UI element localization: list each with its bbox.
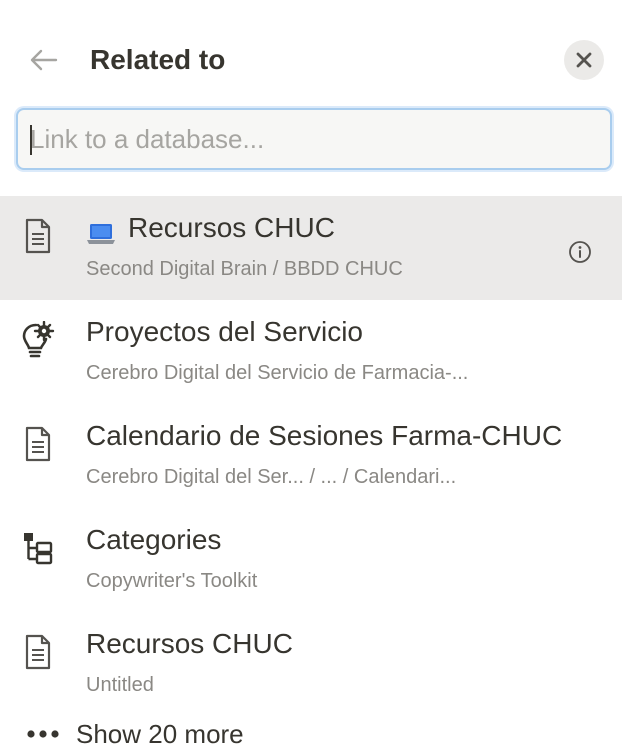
hierarchy-icon <box>20 528 56 568</box>
page-icon <box>20 216 56 256</box>
ellipsis-icon <box>27 730 59 738</box>
search-input[interactable] <box>18 110 610 168</box>
info-icon[interactable] <box>568 240 592 264</box>
list-item-subtitle: Copywriter's Toolkit <box>86 570 258 592</box>
close-button[interactable] <box>564 40 604 80</box>
laptop-emoji-icon <box>86 216 116 244</box>
list-item[interactable]: Categories Copywriter's Toolkit <box>0 508 622 612</box>
show-more-label: Show 20 more <box>76 719 244 749</box>
list-item-title: Recursos CHUC <box>86 628 293 659</box>
close-icon <box>576 52 592 68</box>
list-item-subtitle: Untitled <box>86 674 154 696</box>
list-item-subtitle: Cerebro Digital del Servicio de Farmacia… <box>86 362 469 384</box>
list-item-title: Categories <box>86 524 222 555</box>
panel-header: Related to <box>0 0 622 110</box>
list-item-subtitle: Cerebro Digital del Ser... / ... / Calen… <box>86 466 457 488</box>
page-icon <box>20 632 56 672</box>
lightbulb-gear-icon <box>20 320 56 360</box>
list-item-title: Calendario de Sesiones Farma-CHUC <box>86 420 563 451</box>
list-item-title: Proyectos del Servicio <box>86 316 364 347</box>
panel-title: Related to <box>90 44 226 75</box>
back-button[interactable] <box>26 42 62 78</box>
list-item[interactable]: Recursos CHUC Untitled <box>0 612 622 716</box>
page-icon <box>20 424 56 464</box>
list-item[interactable]: Calendario de Sesiones Farma-CHUC Cerebr… <box>0 404 622 508</box>
text-caret <box>30 125 32 155</box>
search-box <box>16 108 612 170</box>
list-item[interactable]: Proyectos del Servicio Cerebro Digital d… <box>0 300 622 404</box>
show-more-button[interactable]: Show 20 more <box>0 714 622 752</box>
list-item[interactable]: Recursos CHUC Second Digital Brain / BBD… <box>0 196 622 300</box>
arrow-left-icon <box>30 49 58 71</box>
list-item-subtitle: Second Digital Brain / BBDD CHUC <box>86 258 403 280</box>
list-item-title: Recursos CHUC <box>86 208 335 248</box>
